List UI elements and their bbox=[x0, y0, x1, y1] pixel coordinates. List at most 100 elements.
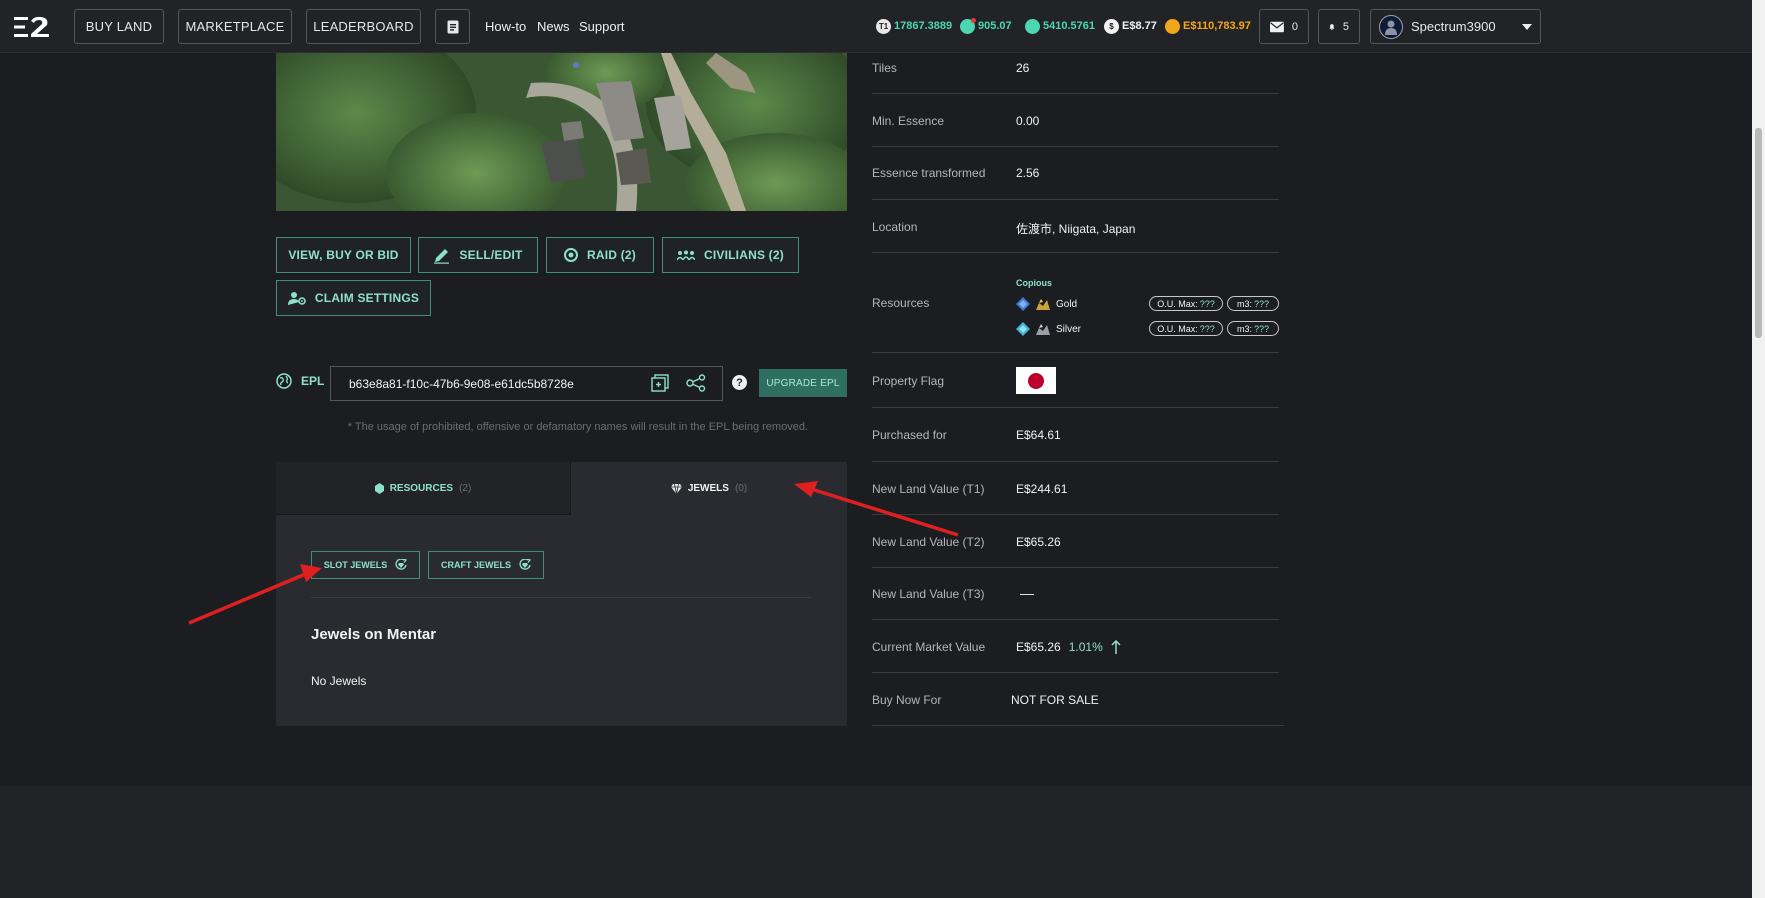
civilians-icon bbox=[677, 250, 696, 260]
e2-logo[interactable] bbox=[14, 16, 50, 38]
gem-balance[interactable]: 905.07 bbox=[960, 17, 1012, 35]
claim-settings-button[interactable]: CLAIM SETTINGS bbox=[276, 280, 431, 316]
epl-value: b63e8a81-f10c-47b6-9e08-e61dc5b8728e bbox=[349, 376, 574, 391]
market-change: 1.01% bbox=[1068, 640, 1103, 654]
jewels-empty-text: No Jewels bbox=[311, 674, 367, 688]
pencil-icon bbox=[434, 248, 450, 264]
support-link[interactable]: Support bbox=[579, 19, 625, 34]
tab-resources[interactable]: RESOURCES (2) bbox=[276, 462, 571, 515]
gold-ou-max-pill: O.U. Max:??? bbox=[1149, 296, 1223, 311]
t3-value: — bbox=[1020, 585, 1034, 601]
resources-tier: Copious bbox=[1016, 278, 1052, 288]
slot-jewels-label: SLOT JEWELS bbox=[323, 560, 388, 570]
share-icon[interactable] bbox=[686, 374, 706, 392]
gold-ou-max-label: O.U. Max: bbox=[1157, 298, 1198, 309]
detail-row-market: Current Market Value E$65.26 1.01% bbox=[872, 620, 1279, 673]
silver-m3-label: m3: bbox=[1236, 323, 1252, 334]
notifications-button[interactable]: 5 bbox=[1318, 9, 1360, 44]
detail-row-tiles: Tiles 26 bbox=[872, 53, 1279, 94]
slot-jewels-button[interactable]: SLOT JEWELS bbox=[311, 551, 420, 579]
t1-value: E$244.61 bbox=[1016, 482, 1068, 496]
envelope-icon bbox=[1270, 21, 1284, 32]
notifications-count: 5 bbox=[1342, 20, 1349, 33]
footer bbox=[0, 786, 1752, 898]
dollar-balance-value: E$8.77 bbox=[1122, 20, 1157, 32]
help-icon[interactable]: ? bbox=[732, 375, 747, 390]
epl-input[interactable]: b63e8a81-f10c-47b6-9e08-e61dc5b8728e bbox=[330, 366, 723, 401]
jewels-section-title: Jewels on Mentar bbox=[311, 626, 437, 643]
raid-button[interactable]: RAID (2) bbox=[546, 237, 654, 273]
craft-jewel-icon bbox=[519, 559, 531, 570]
silver-ou-max-pill: O.U. Max:??? bbox=[1149, 321, 1223, 336]
sell-edit-label: SELL/EDIT bbox=[459, 248, 523, 262]
silver-m3-value: ??? bbox=[1253, 323, 1270, 334]
detail-row-location: Location 佐渡市, Niigata, Japan bbox=[872, 200, 1279, 253]
essence-token-icon bbox=[1025, 18, 1040, 34]
craft-jewels-button[interactable]: CRAFT JEWELS bbox=[428, 551, 544, 579]
leaderboard-button[interactable]: LEADERBOARD bbox=[306, 9, 421, 44]
essence-balance[interactable]: 5410.5761 bbox=[1025, 17, 1095, 35]
essence-transformed-label: Essence transformed bbox=[872, 166, 986, 180]
market-value: E$65.26 bbox=[1016, 640, 1061, 654]
silver-ou-max-value: ??? bbox=[1199, 323, 1215, 334]
essence-transformed-value: 2.56 bbox=[1016, 166, 1040, 180]
land-satellite-image bbox=[276, 53, 847, 211]
location-value: 佐渡市, Niigata, Japan bbox=[1016, 222, 1136, 236]
dollar-icon: $ bbox=[1104, 18, 1119, 34]
purchased-label: Purchased for bbox=[872, 428, 947, 442]
t1-token-icon: T1 bbox=[876, 18, 891, 34]
civilians-label: CIVILIANS (2) bbox=[704, 248, 784, 262]
purchased-value: E$64.61 bbox=[1016, 428, 1061, 442]
howto-link[interactable]: How-to bbox=[485, 19, 526, 34]
civilians-button[interactable]: CIVILIANS (2) bbox=[662, 237, 799, 273]
t1-value-label: New Land Value (T1) bbox=[872, 482, 985, 496]
view-buy-bid-button[interactable]: VIEW, BUY OR BID bbox=[276, 237, 411, 273]
page-scrollbar[interactable] bbox=[1752, 0, 1765, 898]
sell-edit-button[interactable]: SELL/EDIT bbox=[418, 237, 538, 273]
t1-balance[interactable]: T1 17867.3889 bbox=[876, 17, 952, 35]
upgrade-epl-button[interactable]: UPGRADE EPL bbox=[759, 369, 847, 397]
market-value-group: E$65.26 1.01% bbox=[1016, 640, 1121, 654]
document-icon bbox=[447, 20, 458, 33]
messages-button[interactable]: 0 bbox=[1259, 9, 1309, 44]
silver-ore-icon bbox=[1036, 324, 1050, 335]
gold-ore-icon bbox=[1036, 299, 1050, 310]
min-essence-label: Min. Essence bbox=[872, 114, 945, 128]
raid-icon bbox=[564, 248, 579, 262]
user-menu[interactable]: Spectrum3900 bbox=[1370, 9, 1541, 44]
t1-balance-value: 17867.3889 bbox=[894, 20, 953, 32]
gem-balance-value: 905.07 bbox=[978, 20, 1012, 32]
username: Spectrum3900 bbox=[1411, 19, 1496, 34]
diamond-icon bbox=[1016, 297, 1030, 311]
marketplace-button[interactable]: MARKETPLACE bbox=[178, 9, 292, 44]
gold-ou-max-value: ??? bbox=[1199, 298, 1215, 309]
t3-value-label: New Land Value (T3) bbox=[872, 587, 985, 601]
resources-jewels-panel: RESOURCES (2) JEWELS (0) SLOT JEWELS CRA… bbox=[276, 462, 847, 726]
copy-icon[interactable] bbox=[651, 374, 669, 392]
t2-value: E$65.26 bbox=[1016, 535, 1061, 549]
resource-gold-name: Gold bbox=[1056, 298, 1078, 310]
detail-row-min-essence: Min. Essence 0.00 bbox=[872, 94, 1279, 147]
diamond-icon bbox=[1016, 322, 1030, 336]
detail-row-essence-transformed: Essence transformed 2.56 bbox=[872, 147, 1279, 200]
resource-gold[interactable]: Gold bbox=[1016, 296, 1077, 312]
claim-settings-label: CLAIM SETTINGS bbox=[314, 291, 420, 305]
jewel-icon bbox=[670, 483, 682, 494]
buy-land-button[interactable]: BUY LAND bbox=[74, 9, 164, 44]
gold-balance[interactable]: E$110,783.97 bbox=[1165, 17, 1251, 35]
tab-jewels-count: (0) bbox=[734, 483, 748, 494]
scrollbar-thumb[interactable] bbox=[1755, 128, 1762, 338]
tab-jewels[interactable]: JEWELS (0) bbox=[571, 462, 847, 515]
raid-label: RAID (2) bbox=[587, 248, 636, 262]
gem-token-icon bbox=[960, 17, 976, 34]
dollar-balance[interactable]: $ E$8.77 bbox=[1104, 17, 1157, 35]
news-link[interactable]: News bbox=[537, 19, 570, 34]
tiles-label: Tiles bbox=[872, 61, 897, 75]
gold-m3-label: m3: bbox=[1236, 298, 1252, 309]
resource-silver[interactable]: Silver bbox=[1016, 321, 1081, 337]
notes-button[interactable] bbox=[435, 9, 470, 44]
tab-resources-count: (2) bbox=[459, 482, 472, 494]
gold-m3-value: ??? bbox=[1253, 298, 1270, 309]
tab-resources-label: RESOURCES bbox=[389, 482, 454, 494]
detail-row-t1: New Land Value (T1) E$244.61 bbox=[872, 462, 1279, 515]
